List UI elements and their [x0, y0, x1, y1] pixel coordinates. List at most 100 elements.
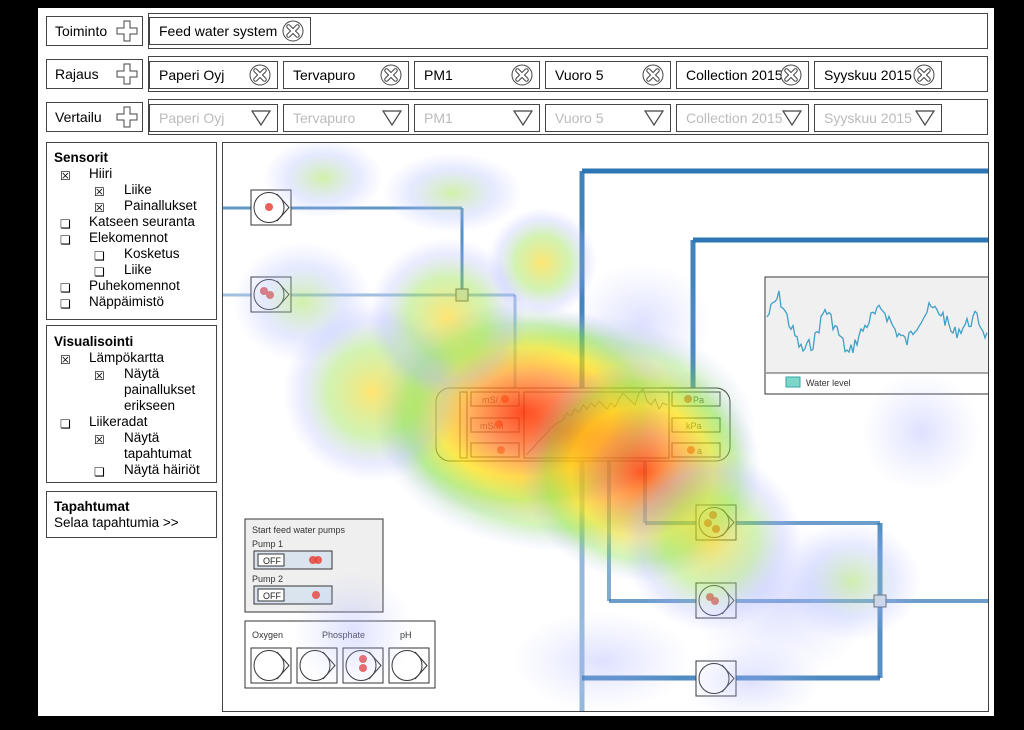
remove-chip-close-icon[interactable] — [913, 64, 935, 86]
scope-chip-4[interactable]: Collection 2015 — [676, 61, 809, 89]
action-filter-bar: Feed water system — [148, 13, 988, 49]
sensor-checkbox[interactable]: ❏ — [60, 217, 71, 231]
remove-chip-close-icon[interactable] — [642, 64, 664, 86]
compare-dropdown-2[interactable]: PM1 — [414, 104, 540, 132]
show-events-line-1: Näytä — [124, 430, 160, 445]
central-control-unit[interactable]: mS/ mS/m Pa kPa a — [435, 387, 731, 462]
pump-symbol[interactable] — [695, 504, 737, 541]
pump2-label: Pump 2 — [252, 574, 283, 584]
chevron-down-icon[interactable] — [513, 110, 533, 126]
compare-dropdown-label: Vuoro 5 — [555, 110, 604, 126]
sensor-label: Liike — [124, 262, 152, 277]
scope-chip-label: Tervapuro — [293, 67, 356, 83]
water-level-legend: Water level — [806, 378, 851, 388]
phosphate-analyzer[interactable] — [342, 647, 384, 684]
scope-chip-3[interactable]: Vuoro 5 — [545, 61, 671, 89]
events-title: Tapahtumat — [54, 499, 130, 514]
compare-filter-label-box: Vertailu — [46, 102, 143, 132]
browse-events-link[interactable]: Selaa tapahtumia >> — [54, 515, 179, 530]
valve-junction[interactable] — [873, 594, 887, 608]
central-right-unit: kPa — [686, 421, 702, 431]
sensors-panel: Sensorit ☒ Hiiri ☒ Liike ☒ Painallukset ❏ Katse… — [46, 142, 217, 320]
heatmap-checkbox[interactable]: ☒ — [60, 353, 71, 367]
chevron-down-icon[interactable] — [915, 110, 935, 126]
chevron-down-icon[interactable] — [382, 110, 402, 126]
action-chip-label: Feed water system — [159, 23, 278, 39]
remove-chip-close-icon[interactable] — [511, 64, 533, 86]
add-compare-plus-icon[interactable] — [116, 106, 138, 128]
chevron-down-icon[interactable] — [644, 110, 664, 126]
scope-chip-label: Paperi Oyj — [159, 67, 225, 83]
scope-chip-2[interactable]: PM1 — [414, 61, 540, 89]
valve-junction[interactable] — [455, 288, 469, 302]
trails-checkbox[interactable]: ❏ — [60, 417, 71, 431]
action-chip-feed-water-system[interactable]: Feed water system — [149, 17, 311, 45]
heatmap-label: Lämpökartta — [89, 350, 165, 365]
compare-dropdown-label: Tervapuro — [293, 110, 356, 126]
compare-dropdown-4[interactable]: Collection 2015 — [676, 104, 809, 132]
scope-chip-1[interactable]: Tervapuro — [283, 61, 409, 89]
process-diagram: mS/ mS/m Pa kPa a Water level Start feed… — [222, 142, 989, 712]
remove-chip-close-icon[interactable] — [249, 64, 271, 86]
pump-control-panel: Start feed water pumps Pump 1 OFF Pump 2… — [244, 518, 384, 613]
sensor-checkbox[interactable]: ☒ — [60, 169, 71, 183]
compare-dropdown-1[interactable]: Tervapuro — [283, 104, 409, 132]
scope-chip-0[interactable]: Paperi Oyj — [149, 61, 278, 89]
scope-chip-label: Vuoro 5 — [555, 67, 604, 83]
pump1-label: Pump 1 — [252, 539, 283, 549]
remove-chip-close-icon[interactable] — [282, 20, 304, 42]
sensor-label: Katseen seuranta — [89, 214, 195, 229]
compare-dropdown-label: PM1 — [424, 110, 453, 126]
sensor-checkbox[interactable]: ☒ — [94, 201, 105, 215]
chevron-down-icon[interactable] — [782, 110, 802, 126]
pump1-state: OFF — [263, 556, 281, 566]
remove-chip-close-icon[interactable] — [380, 64, 402, 86]
sensor-checkbox[interactable]: ❏ — [60, 233, 71, 247]
action-filter-label-box: Toiminto — [46, 16, 143, 46]
sensor-label: Elekomennot — [89, 230, 168, 245]
visualization-title: Visualisointi — [54, 334, 134, 349]
scope-chip-5[interactable]: Syyskuu 2015 — [814, 61, 942, 89]
remove-chip-close-icon[interactable] — [780, 64, 802, 86]
sensor-label: Kosketus — [124, 246, 180, 261]
compare-dropdown-label: Collection 2015 — [686, 110, 783, 126]
compare-dropdown-0[interactable]: Paperi Oyj — [149, 104, 278, 132]
pump-symbol[interactable] — [695, 582, 737, 619]
central-left-unit: mS/ — [482, 395, 499, 405]
pump-symbol[interactable] — [250, 276, 292, 313]
sensor-label: Puhekomennot — [89, 278, 180, 293]
phosphate-label: Phosphate — [322, 630, 365, 640]
sensor-checkbox[interactable]: ❏ — [60, 281, 71, 295]
show-clicks-line-2: painallukset — [124, 382, 196, 397]
scope-filter-label: Rajaus — [55, 66, 99, 82]
oxygen-label: Oxygen — [252, 630, 283, 640]
oxygen-analyzer[interactable] — [296, 647, 338, 684]
pump-symbol[interactable] — [695, 660, 737, 697]
add-action-plus-icon[interactable] — [116, 20, 138, 42]
scope-filter-bar: Paperi Oyj Tervapuro PM1 Vuoro 5 Collection … — [148, 56, 988, 92]
analyzer-panel: Oxygen Phosphate pH — [244, 620, 436, 689]
show-clicks-checkbox[interactable]: ☒ — [94, 369, 105, 383]
compare-dropdown-5[interactable]: Syyskuu 2015 — [814, 104, 942, 132]
trails-label: Liikeradat — [89, 414, 148, 429]
pump-symbol[interactable] — [250, 189, 292, 226]
chevron-down-icon[interactable] — [251, 110, 271, 126]
scope-chip-label: PM1 — [424, 67, 453, 83]
sensor-checkbox[interactable]: ❏ — [94, 265, 105, 279]
compare-dropdown-3[interactable]: Vuoro 5 — [545, 104, 671, 132]
oxygen-analyzer[interactable] — [250, 647, 292, 684]
sensor-checkbox[interactable]: ❏ — [60, 297, 71, 311]
compare-filter-label: Vertailu — [55, 109, 102, 125]
scope-chip-label: Collection 2015 — [686, 67, 783, 83]
add-scope-plus-icon[interactable] — [116, 63, 138, 85]
scope-filter-label-box: Rajaus — [46, 59, 143, 89]
show-errors-checkbox[interactable]: ❏ — [94, 465, 105, 479]
water-level-chart[interactable]: Water level — [764, 276, 989, 395]
ph-label: pH — [400, 630, 412, 640]
ph-analyzer[interactable] — [388, 647, 430, 684]
sensor-checkbox[interactable]: ☒ — [94, 185, 105, 199]
compare-filter-bar: Paperi Oyj Tervapuro PM1 Vuoro 5 Collection … — [148, 99, 988, 135]
show-events-checkbox[interactable]: ☒ — [94, 433, 105, 447]
show-errors-label: Näytä häiriöt — [124, 462, 200, 477]
sensor-checkbox[interactable]: ❏ — [94, 249, 105, 263]
